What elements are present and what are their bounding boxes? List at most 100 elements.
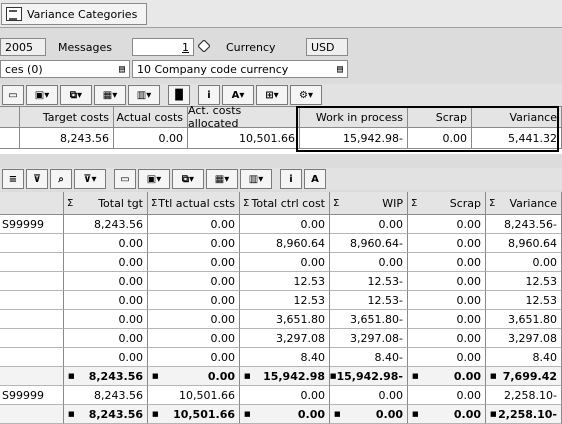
summary-header[interactable]: Scrap: [408, 107, 472, 128]
currency-type-dropdown[interactable]: 10 Company code currency ▤: [132, 60, 348, 78]
summary-header[interactable]: Act. costs allocated: [188, 104, 300, 130]
grid-cell: ■ 0.00: [240, 405, 330, 424]
layout-icon[interactable]: ▥▾: [240, 169, 272, 189]
grid-header-total-tgt[interactable]: Σ Total tgt: [64, 192, 148, 215]
export-icon[interactable]: ⧉▾: [60, 85, 92, 105]
dropdown-icon: ▤: [118, 63, 125, 75]
total-bullet-icon: ■: [68, 410, 75, 418]
grid-header-ctrl[interactable]: Σ Total ctrl cost: [240, 192, 330, 215]
grid-header-actual[interactable]: Σ Ttl actual csts: [148, 192, 240, 215]
grid-cell: 12.53: [486, 272, 562, 291]
summary-header[interactable]: Work in process: [300, 107, 408, 128]
grid-cell: 0.00: [64, 348, 148, 367]
grid-row-key: [0, 253, 64, 272]
grid-row-key: [0, 291, 64, 310]
grid-header-row: Σ Total tgt Σ Ttl actual csts Σ Total ctrl …: [0, 192, 562, 215]
grid-cell-value: S99999: [2, 217, 44, 231]
grid-cell: 0.00: [408, 272, 486, 291]
sigma-icon: Σ: [489, 197, 496, 209]
export-icon[interactable]: ⧉▾: [172, 169, 204, 189]
grid-cell-value: 10,501.66: [173, 407, 235, 421]
currency-field[interactable]: USD: [306, 38, 348, 56]
top-toolbar: Variance Categories: [0, 0, 562, 28]
find-icon[interactable]: ⌕: [50, 169, 72, 189]
summary-value: 8,243.56: [20, 128, 114, 149]
year-value: 2005: [5, 40, 33, 54]
grid-cell-value: 12.53: [525, 274, 558, 288]
grid-cell-value: 3,297.08-: [350, 331, 403, 345]
settings-icon[interactable]: ⚙▾: [290, 85, 322, 105]
grid-row-key: [0, 272, 64, 291]
grid-cell-value: 0.00: [118, 312, 144, 326]
filter-set-icon[interactable]: ⊽▾: [74, 169, 106, 189]
grid-cell-value: 0.00: [118, 274, 144, 288]
info-icon[interactable]: i: [198, 85, 220, 105]
abc-icon[interactable]: A: [304, 169, 326, 189]
grid-cell-value: 8,243.56: [94, 217, 143, 231]
abc-icon[interactable]: A▾: [222, 85, 254, 105]
print-icon[interactable]: ▭: [2, 85, 24, 105]
grid-row-key: [0, 348, 64, 367]
summary-header[interactable]: Target costs: [20, 107, 114, 128]
summary-header[interactable]: Actual costs: [114, 107, 188, 128]
filter-icon[interactable]: ⊽: [26, 169, 48, 189]
grid-cell: ■ 15,942.98: [240, 367, 330, 386]
grid-cell-value: 0.00: [456, 388, 482, 402]
grid-cell-value: 0.00: [210, 312, 236, 326]
grid-cell: 0.00: [148, 234, 240, 253]
grid-cell: 0.00: [64, 253, 148, 272]
grid-row-key: [0, 329, 64, 348]
grid-header-label: Ttl actual csts: [158, 196, 235, 210]
variance-categories-label: Variance Categories: [27, 7, 138, 21]
chart-icon[interactable]: ▐▌: [168, 85, 190, 105]
grid-header-label: WIP: [382, 196, 403, 210]
grid-cell-value: 0.00: [378, 217, 404, 231]
layout-icon[interactable]: ▥▾: [128, 85, 160, 105]
summary-value: 15,942.98-: [300, 128, 408, 149]
grid-header-label: Variance: [509, 196, 557, 210]
spreadsheet-icon[interactable]: ▦▾: [94, 85, 126, 105]
grid-cell-value: 0.00: [378, 388, 404, 402]
grid-cell-value: 3,297.08: [276, 331, 325, 345]
grid-cell-value: 0.00: [210, 274, 236, 288]
currency-label: Currency: [226, 40, 276, 54]
print-preview-icon[interactable]: ▣▾: [26, 85, 58, 105]
grid-cell-value: 0.00: [118, 331, 144, 345]
summary-header[interactable]: Variance: [472, 107, 562, 128]
spreadsheet-icon[interactable]: ▦▾: [206, 169, 238, 189]
grid-cell: 8,243.56: [64, 215, 148, 234]
table-row: 0.00 0.00 3,651.80 3,651.80- 0.00 3,651.80: [0, 310, 562, 329]
total-bullet-icon: ■: [412, 372, 419, 380]
grid-cell: 0.00: [148, 272, 240, 291]
diamond-icon[interactable]: [197, 39, 211, 53]
grid-cell-value: 0.00: [300, 217, 326, 231]
grid-cell-value: 0.00: [456, 236, 482, 250]
grid-cell-value: 12.53: [293, 274, 326, 288]
grid-cell: 3,297.08: [240, 329, 330, 348]
grid-cell-value: 0.00: [300, 255, 326, 269]
info-icon[interactable]: i: [280, 169, 302, 189]
grid-cell-value: 7,699.42: [502, 369, 557, 383]
variance-categories-button[interactable]: Variance Categories: [1, 3, 147, 25]
grid-header-scrap[interactable]: Σ Scrap: [408, 192, 486, 215]
grid-header-wip[interactable]: Σ WIP: [330, 192, 408, 215]
grid-cell: 0.00: [408, 310, 486, 329]
columns-icon[interactable]: ⊞▾: [256, 85, 288, 105]
print-icon[interactable]: ▭: [114, 169, 136, 189]
grid-cell: 0.00: [64, 329, 148, 348]
variance-categories-dropdown[interactable]: ces (0) ▤: [0, 60, 130, 78]
detail-icon[interactable]: ≡: [2, 169, 24, 189]
total-bullet-icon: ■: [68, 372, 75, 380]
messages-field[interactable]: 1: [132, 38, 194, 56]
grid-header-variance[interactable]: Σ Variance: [486, 192, 562, 215]
grid-cell: 0.00: [148, 310, 240, 329]
grid-cell-value: 0.00: [375, 407, 403, 421]
grid-cell: 0.00: [64, 272, 148, 291]
grid-row-key: [0, 405, 64, 424]
grid-row-key: S99999: [0, 386, 64, 405]
grid-cell-value: 0.00: [210, 236, 236, 250]
year-field[interactable]: 2005: [0, 38, 46, 56]
grid-cell: 0.00: [408, 348, 486, 367]
grid-cell: 0.00: [148, 291, 240, 310]
print-preview-icon[interactable]: ▣▾: [138, 169, 170, 189]
